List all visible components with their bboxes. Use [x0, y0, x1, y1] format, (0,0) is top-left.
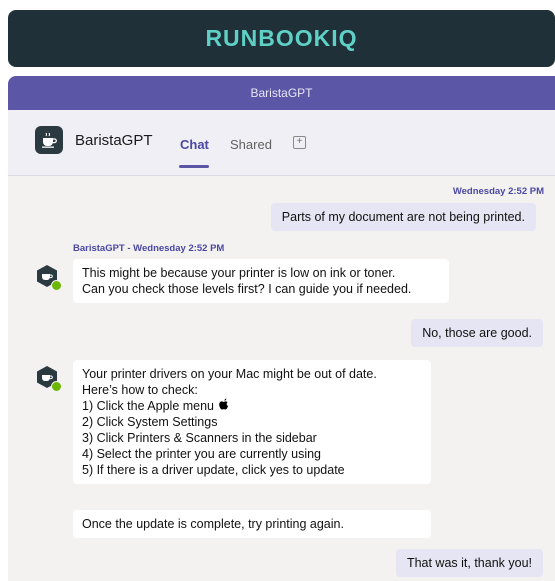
bot-avatar: [35, 126, 63, 154]
chat-header: BaristaGPT Chat Shared +: [8, 110, 555, 176]
message-line: Your printer drivers on your Mac might b…: [82, 367, 377, 381]
window-title: BaristaGPT: [250, 86, 313, 100]
message-text: Parts of my document are not being print…: [281, 210, 525, 224]
chat-window: BaristaGPT BaristaGPT Chat Shared + Wedn…: [8, 76, 555, 581]
bot-name: BaristaGPT: [75, 132, 153, 149]
message-line: 4) Select the printer you are currently …: [82, 447, 322, 461]
sender-line: BaristaGPT - Wednesday 2:52 PM: [73, 243, 225, 254]
message-line: 5) If there is a driver update, click ye…: [82, 463, 345, 477]
message-text: Once the update is complete, try printin…: [82, 517, 344, 531]
message-text: No, those are good.: [422, 326, 532, 340]
brand-title: RUNBOOKIQ: [205, 25, 358, 51]
message-line-with-icon: 1) Click the Apple menu: [82, 398, 422, 414]
message-timestamp: Wednesday 2:52 PM: [452, 186, 544, 197]
bot-message: Once the update is complete, try printin…: [73, 510, 431, 538]
user-message: Parts of my document are not being print…: [270, 203, 536, 231]
window-titlebar: BaristaGPT: [8, 76, 555, 110]
bot-message: Your printer drivers on your Mac might b…: [73, 360, 431, 484]
brand-banner: RUNBOOKIQ: [8, 10, 555, 67]
message-text: That was it, thank you!: [406, 556, 532, 570]
bot-message-avatar: [35, 365, 62, 392]
coffee-cup-icon: [42, 132, 57, 148]
active-tab-indicator: [179, 165, 209, 168]
user-message: That was it, thank you!: [395, 549, 543, 577]
message-line: 2) Click System Settings: [82, 415, 218, 429]
presence-available-icon: [51, 381, 62, 392]
bot-message-avatar: [35, 264, 62, 291]
message-line: Can you check those levels first? I can …: [82, 282, 412, 296]
message-line: 1) Click the Apple menu: [82, 399, 215, 413]
tab-chat[interactable]: Chat: [180, 137, 209, 152]
plus-box-icon[interactable]: +: [293, 136, 306, 149]
message-line: This might be because your printer is lo…: [82, 266, 396, 280]
message-line: Here’s how to check:: [82, 383, 198, 397]
presence-available-icon: [51, 280, 62, 291]
message-line: 3) Click Printers & Scanners in the side…: [82, 431, 317, 445]
user-message: No, those are good.: [411, 319, 543, 347]
tab-shared[interactable]: Shared: [230, 137, 272, 152]
apple-logo-icon: [218, 398, 228, 410]
conversation-pane: Wednesday 2:52 PM Parts of my document a…: [8, 176, 555, 581]
bot-message: This might be because your printer is lo…: [73, 259, 449, 303]
